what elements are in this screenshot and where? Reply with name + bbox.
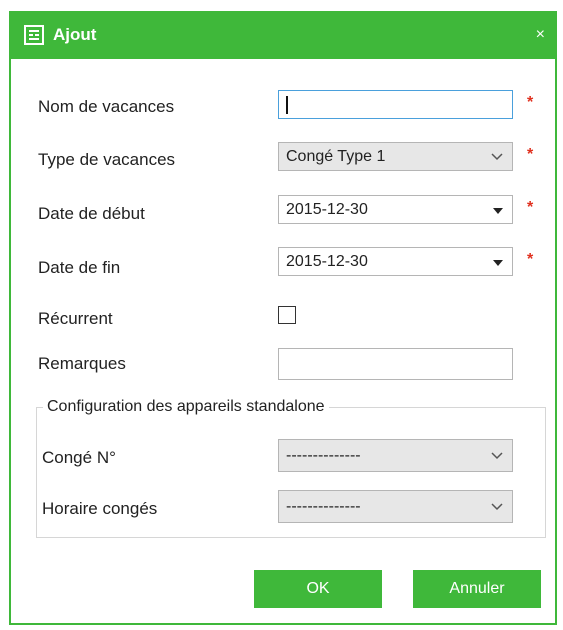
- holiday-schedule-value: --------------: [286, 498, 361, 515]
- required-marker: *: [527, 94, 534, 111]
- start-date-picker[interactable]: 2015-12-30: [278, 195, 513, 224]
- holiday-schedule-label: Horaire congés: [42, 499, 158, 518]
- dialog-titlebar[interactable]: Ajout ×: [11, 13, 555, 59]
- remarks-label: Remarques: [38, 354, 126, 373]
- dropdown-arrow-icon[interactable]: [493, 208, 503, 214]
- end-date-value: 2015-12-30: [286, 253, 368, 270]
- holiday-name-input[interactable]: [278, 90, 513, 119]
- holiday-type-value: Congé Type 1: [286, 148, 386, 165]
- text-cursor: [286, 96, 288, 114]
- recurring-checkbox[interactable]: [278, 306, 296, 324]
- close-icon[interactable]: ×: [536, 27, 545, 43]
- dialog-title: Ajout: [53, 25, 97, 44]
- cancel-button[interactable]: Annuler: [413, 570, 541, 608]
- end-date-picker[interactable]: 2015-12-30: [278, 247, 513, 276]
- holiday-number-label: Congé N°: [42, 448, 116, 467]
- ok-button[interactable]: OK: [254, 570, 382, 608]
- add-holiday-dialog: Ajout × Nom de vacances * Type de vacanc…: [9, 11, 557, 625]
- required-marker: *: [527, 146, 534, 163]
- remarks-input[interactable]: [278, 348, 513, 380]
- chevron-down-icon: [491, 503, 503, 511]
- required-marker: *: [527, 199, 534, 216]
- holiday-type-select[interactable]: Congé Type 1: [278, 142, 513, 171]
- end-date-label: Date de fin: [38, 258, 121, 277]
- holiday-schedule-select[interactable]: --------------: [278, 490, 513, 523]
- chevron-down-icon: [491, 452, 503, 460]
- standalone-config-legend: Configuration des appareils standalone: [47, 398, 325, 415]
- chevron-down-icon: [491, 153, 503, 161]
- holiday-type-label: Type de vacances: [38, 150, 176, 169]
- start-date-label: Date de début: [38, 204, 145, 223]
- required-marker: *: [527, 251, 534, 268]
- start-date-value: 2015-12-30: [286, 201, 368, 218]
- holiday-number-value: --------------: [286, 447, 361, 464]
- form-add-icon: [24, 25, 44, 45]
- recurring-label: Récurrent: [38, 309, 113, 328]
- holiday-number-select[interactable]: --------------: [278, 439, 513, 472]
- dropdown-arrow-icon[interactable]: [493, 260, 503, 266]
- holiday-name-label: Nom de vacances: [38, 97, 175, 116]
